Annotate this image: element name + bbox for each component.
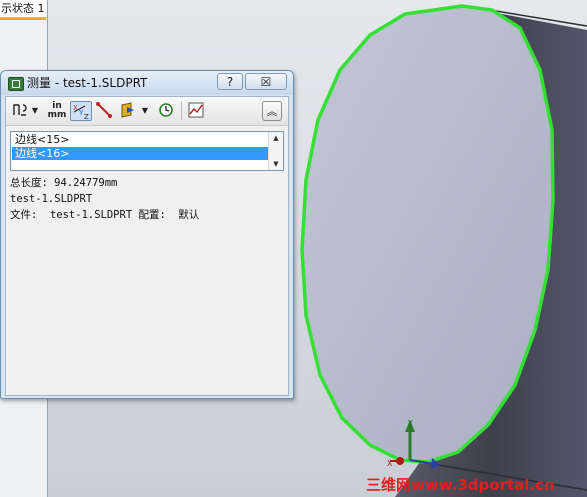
scroll-up-icon[interactable]: ▲ (269, 132, 283, 145)
units-precision-button[interactable]: in mm (46, 101, 68, 121)
close-button[interactable]: ☒ (245, 73, 287, 90)
scroll-down-icon[interactable]: ▼ (269, 158, 283, 171)
toolbar-separator (181, 102, 182, 120)
measure-results: 总长度: 94.24779mm test-1.SLDPRT 文件: test-1… (10, 175, 286, 391)
units-bottom-label: mm (47, 110, 67, 120)
projection-icon[interactable] (118, 101, 138, 121)
point-to-point-icon[interactable] (94, 101, 114, 121)
help-button[interactable]: ? (217, 73, 243, 90)
svg-text:Z: Z (84, 113, 89, 120)
measure-dialog: 测量 - test-1.SLDPRT ? ☒ ▼ in mm XYZ ▼ ︽ 边… (0, 70, 294, 399)
scroll-track[interactable] (269, 145, 283, 158)
dialog-titlebar[interactable]: 测量 - test-1.SLDPRT ? ☒ (1, 71, 293, 95)
dialog-title: 测量 - test-1.SLDPRT (27, 76, 148, 90)
measure-icon (8, 77, 24, 91)
projection-dropdown[interactable]: ▼ (140, 101, 150, 121)
collapse-button[interactable]: ︽ (262, 101, 282, 121)
arc-options-dropdown[interactable]: ▼ (30, 101, 40, 121)
svg-text:Y: Y (407, 419, 413, 428)
active-tab-indicator (0, 18, 46, 20)
background-tab-label[interactable]: 示状态 1 (0, 0, 47, 18)
measure-toolbar: ▼ in mm XYZ ▼ ︽ (6, 97, 288, 126)
selection-listbox[interactable]: 边线<15> 边线<16> ▲ ▼ (10, 131, 284, 171)
total-length-text: 总长度: 94.24779mm (10, 177, 118, 189)
part-name-text: test-1.SLDPRT (10, 193, 93, 205)
listbox-scrollbar[interactable]: ▲ ▼ (268, 132, 283, 170)
dialog-body: ▼ in mm XYZ ▼ ︽ 边线<15> 边线<16> ▲ ▼ 总长度: 9… (5, 96, 289, 396)
history-icon[interactable] (156, 101, 176, 121)
sensor-icon[interactable] (186, 101, 206, 121)
xyz-coordinate-icon[interactable]: XYZ (70, 101, 92, 121)
arc-circle-measure-icon[interactable] (10, 101, 30, 121)
svg-text:X: X (387, 459, 393, 468)
watermark: 三维网www.3dportal.cn (366, 476, 555, 494)
file-config-text: 文件: test-1.SLDPRT 配置: 默认 (10, 209, 200, 221)
list-item-selected[interactable]: 边线<16> (12, 147, 268, 160)
list-item[interactable]: 边线<15> (12, 133, 268, 146)
